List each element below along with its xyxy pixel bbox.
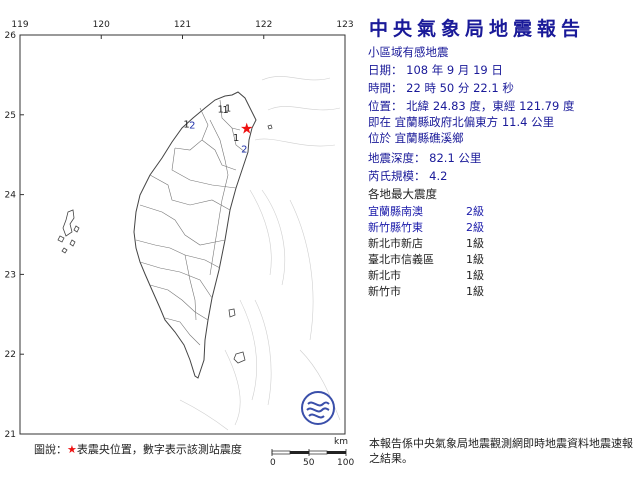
report-subtitle: 小區域有感地震 bbox=[368, 45, 449, 59]
lat-label-23: 23 bbox=[5, 270, 16, 280]
time-minute-unit: 分 bbox=[457, 81, 470, 95]
legend-prefix: 圖說： bbox=[34, 443, 67, 456]
lat-label-22: 22 bbox=[5, 350, 16, 360]
relative-prefix: 即在 bbox=[368, 115, 391, 129]
time-second-unit: 秒 bbox=[502, 81, 514, 95]
lon-label-120: 120 bbox=[93, 20, 110, 30]
intensity-level: 1級 bbox=[466, 285, 484, 298]
intensity-row: 宜蘭縣南澳 2級 bbox=[368, 203, 484, 219]
lon-value: 121.79 bbox=[519, 99, 560, 113]
position-label: 位置： bbox=[368, 99, 403, 113]
date-day-unit: 日 bbox=[491, 63, 503, 77]
intensity-row: 臺北市信義區 1級 bbox=[368, 251, 484, 267]
intensity-level: 2級 bbox=[466, 221, 484, 234]
lat-value: 24.83 bbox=[432, 99, 466, 113]
date-year-unit: 年 bbox=[431, 63, 444, 77]
depth-label: 地震深度： bbox=[368, 151, 426, 165]
intensity-row: 新北市新店 1級 bbox=[368, 235, 484, 251]
epicenter-marker: ★ bbox=[240, 119, 253, 137]
date-month-unit: 月 bbox=[457, 63, 470, 77]
relative-distance: 11.4 bbox=[501, 115, 528, 129]
lon-unit: 度 bbox=[562, 99, 575, 113]
map-legend: 圖說：★表震央位置，數字表示該測站震度 bbox=[34, 441, 242, 457]
scale-label-100: 100 bbox=[337, 458, 355, 468]
scale-unit: km bbox=[334, 437, 348, 447]
station-mark-6: 2 bbox=[241, 144, 247, 155]
intensity-level: 1級 bbox=[466, 269, 484, 282]
intensity-site: 宜蘭縣南澳 bbox=[368, 205, 423, 218]
magnitude-line: 芮氏規模： 4.2 bbox=[368, 168, 447, 184]
lon-label: 東經 bbox=[492, 99, 516, 113]
intensity-site: 新北市新店 bbox=[368, 237, 423, 250]
date-label: 日期： bbox=[368, 63, 403, 77]
intensity-level: 2級 bbox=[466, 205, 484, 218]
turtle-island bbox=[267, 124, 273, 130]
intensity-site: 臺北市信義區 bbox=[368, 253, 434, 266]
time-label: 時間： bbox=[368, 81, 403, 95]
intensity-row: 新竹市 1級 bbox=[368, 283, 484, 299]
located-text: 宜蘭縣礁溪鄉 bbox=[394, 131, 464, 145]
lat-label: 北緯 bbox=[406, 99, 430, 113]
report-title: 中央氣象局地震報告 bbox=[369, 18, 586, 40]
depth-value: 82.1 bbox=[429, 151, 455, 165]
lon-label-119: 119 bbox=[11, 20, 28, 30]
time-hour: 22 bbox=[406, 81, 421, 95]
position-line: 位置： 北緯 24.83 度，東經 121.79 度 bbox=[368, 99, 575, 113]
report-panel: 中央氣象局地震報告 小區域有感地震 日期： 108 年 9 月 19 日 時間：… bbox=[363, 0, 640, 480]
legend-text: 表震央位置，數字表示該測站震度 bbox=[76, 443, 242, 456]
lat-label-24: 24 bbox=[5, 191, 17, 201]
date-line: 日期： 108 年 9 月 19 日 bbox=[368, 62, 503, 78]
scale-label-50: 50 bbox=[303, 458, 315, 468]
epicenter-star-icon: ★ bbox=[67, 443, 77, 456]
intensity-site: 新竹市 bbox=[368, 285, 401, 298]
located-prefix: 位於 bbox=[368, 131, 391, 145]
lat-unit: 度 bbox=[469, 99, 481, 113]
lat-label-21: 21 bbox=[5, 430, 16, 440]
intensity-site: 新北市 bbox=[368, 269, 401, 282]
intensity-level: 1級 bbox=[466, 253, 484, 266]
lat-label-26: 26 bbox=[5, 31, 17, 41]
intensity-site: 新竹縣竹東 bbox=[368, 221, 423, 234]
intensity-row: 新北市 1級 bbox=[368, 267, 484, 283]
scale-bar bbox=[271, 449, 347, 456]
time-second: 22.1 bbox=[473, 81, 499, 95]
magnitude-label: 芮氏規模： bbox=[368, 169, 426, 183]
intensity-level: 1級 bbox=[466, 237, 484, 250]
depth-unit: 公里 bbox=[458, 151, 482, 165]
depth-line: 地震深度： 82.1 公里 bbox=[368, 150, 481, 166]
date-day: 19 bbox=[473, 63, 488, 77]
date-month: 9 bbox=[446, 63, 455, 77]
time-hour-unit: 時 bbox=[424, 81, 436, 95]
station-mark-4: 2 bbox=[189, 120, 195, 131]
station-mark-5: 1 bbox=[233, 133, 239, 144]
relative-unit: 公里 bbox=[531, 115, 555, 129]
report-footer: 本報告係中央氣象局地震觀測網即時地震資料地震速報之結果。 bbox=[369, 437, 633, 465]
date-year: 108 bbox=[406, 63, 429, 77]
station-mark-2: 1 bbox=[225, 104, 231, 115]
epicenter-star-icon: ★ bbox=[240, 119, 253, 137]
intensity-header: 各地最大震度 bbox=[368, 187, 437, 201]
magnitude-value: 4.2 bbox=[429, 169, 448, 183]
lon-label-121: 121 bbox=[174, 20, 191, 30]
time-line: 時間： 22 時 50 分 22.1 秒 bbox=[368, 80, 514, 96]
scale-label-0: 0 bbox=[270, 458, 276, 468]
lat-label-25: 25 bbox=[5, 111, 16, 121]
lon-label-123: 123 bbox=[336, 20, 353, 30]
time-minute: 50 bbox=[439, 81, 455, 95]
intensity-row: 新竹縣竹東 2級 bbox=[368, 219, 484, 235]
located-in-line: 位於 宜蘭縣礁溪鄉 bbox=[368, 130, 464, 146]
lon-label-122: 122 bbox=[255, 20, 272, 30]
relative-text: 宜蘭縣政府北偏東方 bbox=[394, 115, 499, 129]
relative-location-line: 即在 宜蘭縣政府北偏東方 11.4 公里 bbox=[368, 114, 554, 130]
